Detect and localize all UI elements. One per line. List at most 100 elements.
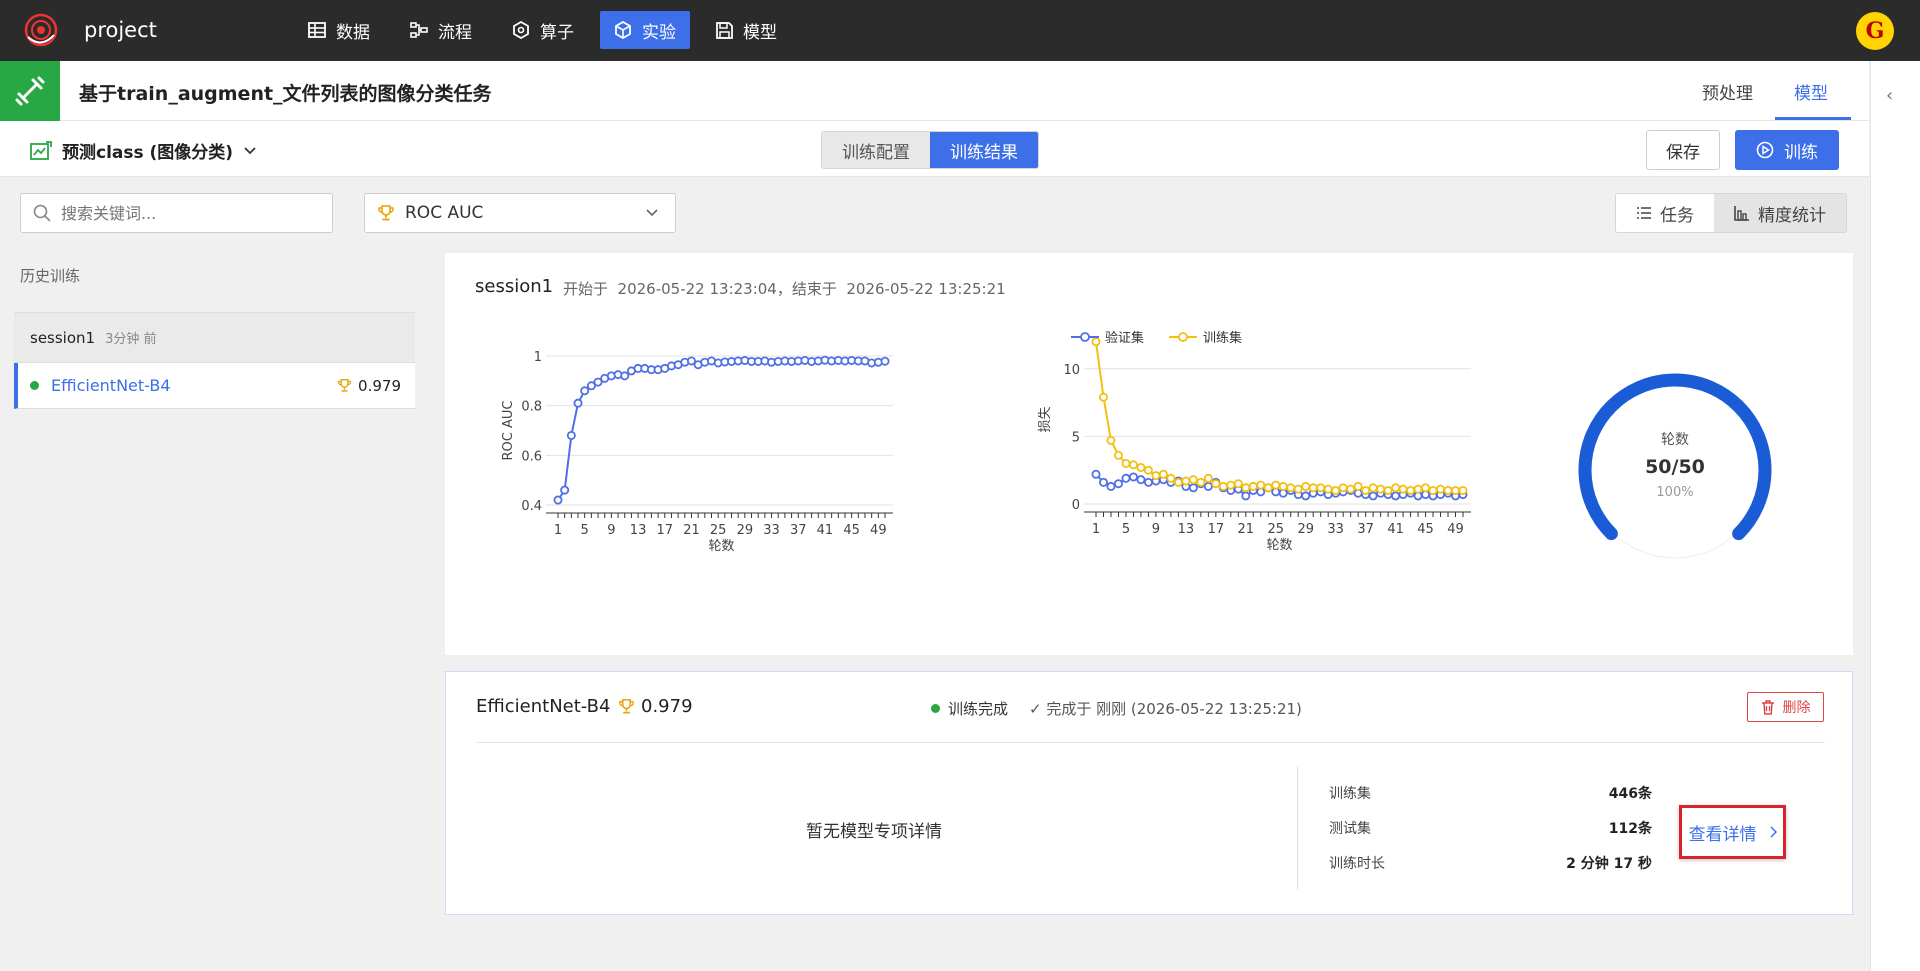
data-point <box>1121 458 1131 468</box>
nav-item-flow[interactable]: 流程 <box>396 11 486 49</box>
view-details-label: 查看详情 <box>1688 824 1757 845</box>
x-axis-label: 轮数 <box>1266 538 1292 553</box>
delete-label: 删除 <box>1782 700 1811 716</box>
view-tab-accuracy[interactable]: 精度统计 <box>1714 194 1846 232</box>
nav-item-data[interactable]: 数据 <box>294 11 384 49</box>
data-point <box>1263 483 1273 493</box>
save-button[interactable]: 保存 <box>1646 130 1720 170</box>
data-point <box>1301 481 1311 491</box>
data-point <box>1226 480 1236 490</box>
gauge-label: 轮数 <box>1661 432 1689 448</box>
view-toggle: 任务 精度统计 <box>1615 193 1847 233</box>
legend-label: 验证集 <box>1105 330 1144 346</box>
x-tick-label: 21 <box>683 523 700 538</box>
project-name[interactable]: project <box>84 18 157 42</box>
data-point <box>1188 483 1198 493</box>
view-details-button[interactable]: 查看详情 <box>1679 805 1786 859</box>
data-point <box>1316 483 1326 493</box>
data-point <box>1398 484 1408 494</box>
data-point <box>1256 480 1266 490</box>
nav-item-experiment[interactable]: 实验 <box>600 11 690 49</box>
data-point <box>1383 485 1393 495</box>
table-icon <box>308 22 326 38</box>
roc-auc-chart: 0.4 0.6 0.8 1 1 5 9 13 17 21 25 29 33 37 41 45 49 轮数 ROC A… <box>501 350 893 554</box>
data-point <box>560 485 570 495</box>
tab-model[interactable]: 模型 <box>1794 79 1828 104</box>
play-circle-icon <box>1756 141 1774 159</box>
data-point <box>1361 485 1371 495</box>
dumbbell-icon <box>15 76 45 106</box>
x-tick-label: 5 <box>1122 522 1130 537</box>
data-point <box>1203 473 1213 483</box>
chevron-left-icon[interactable]: ‹ <box>1886 85 1893 106</box>
flow-icon <box>410 22 428 38</box>
trophy-icon <box>338 379 351 392</box>
history-label: 历史训练 <box>20 267 81 285</box>
x-tick-label: 1 <box>1092 522 1100 537</box>
data-point <box>1151 471 1161 481</box>
metric-select[interactable]: ROC AUC <box>364 193 676 233</box>
save-icon <box>716 21 733 39</box>
delete-button[interactable]: 删除 <box>1747 692 1824 722</box>
data-point <box>1278 481 1288 491</box>
y-axis-label: 损失 <box>1038 406 1053 432</box>
history-session-row[interactable]: session1 3分钟 前 <box>14 312 415 363</box>
data-point <box>1391 483 1401 493</box>
vertical-divider <box>1297 767 1298 889</box>
prediction-selector[interactable]: 预测class (图像分类) <box>30 138 257 163</box>
x-tick-label: 13 <box>1178 522 1195 537</box>
search-box[interactable] <box>20 193 333 233</box>
data-point <box>1458 485 1468 495</box>
x-tick-label: 17 <box>1208 522 1225 537</box>
data-point <box>620 371 630 381</box>
status-label: 训练完成 <box>948 700 1009 718</box>
toolbar: 预测class (图像分类) 训练配置 训练结果 保存 训练 <box>0 121 1869 177</box>
trophy-icon <box>619 699 634 714</box>
data-point <box>1181 476 1191 486</box>
data-point <box>553 495 563 505</box>
nav-item-operator[interactable]: 算子 <box>498 11 588 49</box>
stat-label-test: 测试集 <box>1329 821 1371 837</box>
card-divider <box>476 742 1825 743</box>
chevron-right-icon <box>1769 826 1777 838</box>
session-name: session1 <box>30 328 96 347</box>
y-tick-label: 0 <box>1072 498 1080 513</box>
train-button[interactable]: 训练 <box>1735 130 1839 170</box>
data-point <box>1143 465 1153 475</box>
view-tab-tasks[interactable]: 任务 <box>1616 194 1714 232</box>
data-point <box>1121 473 1131 483</box>
model-result-card: EfficientNet-B4 0.979 训练完成 ✓ 完成于 刚刚 (202… <box>445 671 1853 915</box>
chevron-down-icon <box>646 209 658 217</box>
card-score-value: 0.979 <box>641 696 693 717</box>
history-model-row[interactable]: EfficientNet-B4 0.979 <box>14 363 415 409</box>
data-point <box>1166 473 1176 483</box>
x-tick-label: 45 <box>843 523 860 538</box>
stat-value-train: 446条 <box>1608 786 1652 802</box>
check-icon: ✓ <box>1029 700 1047 718</box>
segment-train-results[interactable]: 训练结果 <box>930 132 1038 168</box>
data-point <box>1188 475 1198 485</box>
y-tick-label: 5 <box>1072 430 1080 445</box>
list-icon <box>1637 207 1651 219</box>
completion-info: ✓ 完成于 刚刚 (2026-05-22 13:25:21) <box>1029 698 1302 719</box>
nav-item-model[interactable]: 模型 <box>702 11 791 49</box>
tab-preprocess[interactable]: 预处理 <box>1702 79 1753 104</box>
nav-label: 流程 <box>438 22 472 43</box>
completion-text: 完成于 刚刚 (2026-05-22 13:25:21) <box>1046 700 1302 718</box>
model-name: EfficientNet-B4 <box>51 376 171 395</box>
session-panel: session1 开始于 2026-05-22 13:23:04，结束于 202… <box>445 253 1853 655</box>
view-tab-label: 精度统计 <box>1758 205 1826 226</box>
data-point <box>1136 462 1146 472</box>
app-logo-icon[interactable] <box>24 13 58 47</box>
segment-train-config[interactable]: 训练配置 <box>822 132 930 168</box>
data-point <box>1413 484 1423 494</box>
user-avatar[interactable]: G <box>1856 12 1894 50</box>
x-tick-label: 29 <box>737 523 754 538</box>
x-tick-label: 25 <box>710 523 727 538</box>
trophy-icon <box>378 205 394 221</box>
y-tick-label: 0.4 <box>521 499 542 514</box>
data-point <box>1368 483 1378 493</box>
data-point <box>1143 477 1153 487</box>
trash-icon <box>1761 699 1774 715</box>
search-input[interactable] <box>61 203 311 223</box>
